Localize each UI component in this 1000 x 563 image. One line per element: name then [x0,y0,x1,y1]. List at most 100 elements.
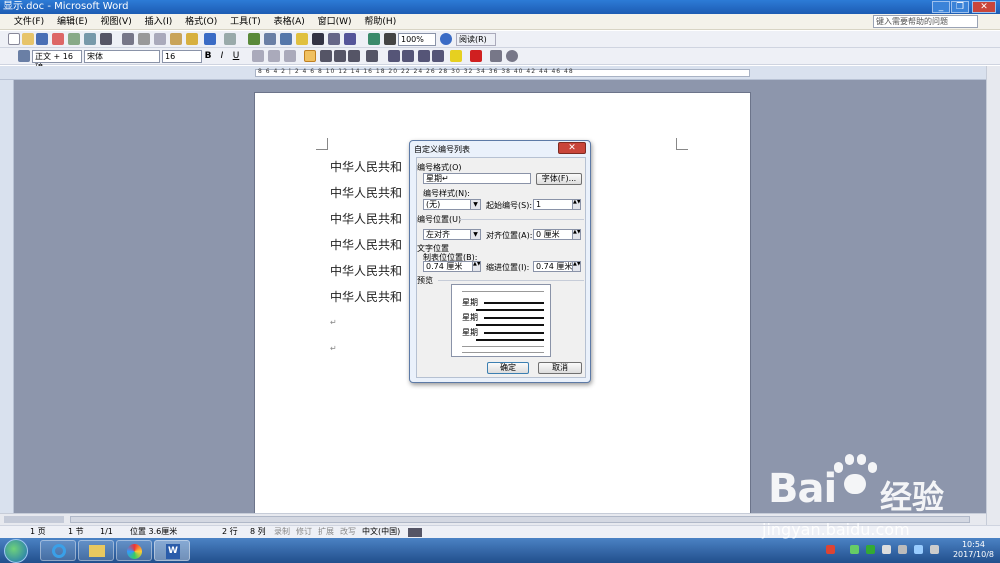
open-folder-icon[interactable] [22,33,34,45]
numbering-icon[interactable] [388,50,400,62]
justify-icon[interactable] [348,50,360,62]
number-format-input[interactable]: 星期↵ [423,173,531,184]
save-icon[interactable] [36,33,48,45]
character-shading-icon[interactable] [268,50,280,62]
new-document-icon[interactable] [8,33,20,45]
spelling-icon[interactable] [100,33,112,45]
spinner-icon[interactable]: ▲▼ [572,262,580,271]
sogou-icon[interactable] [826,545,835,554]
spelling-status-icon[interactable] [408,528,422,537]
network-icon[interactable] [882,545,891,554]
document-line[interactable]: 中华人民共和 [330,288,402,305]
status-extend[interactable]: 扩展 [318,526,334,538]
volume-icon[interactable] [930,545,939,554]
clock[interactable]: 10:54 2017/10/8 [953,540,994,560]
tab-space-input[interactable]: 0.74 厘米 ▲▼ [423,261,481,272]
help-search-input[interactable]: 键入需要帮助的问题 [873,15,978,28]
character-border-icon[interactable] [252,50,264,62]
undo-icon[interactable] [204,33,216,45]
permission-icon[interactable] [52,33,64,45]
bullets-icon[interactable] [402,50,414,62]
number-style-select[interactable]: (无) ▼ [423,199,481,210]
drawing-icon[interactable] [328,33,340,45]
cut-icon[interactable] [138,33,150,45]
number-position-select[interactable]: 左对齐 ▼ [423,229,481,240]
italic-button[interactable]: I [216,50,228,62]
paragraph-mark-icon[interactable] [384,33,396,45]
menu-window[interactable]: 窗口(W) [313,14,357,30]
paste-icon[interactable] [170,33,182,45]
horizontal-ruler[interactable]: 8 6 4 2 | 2 4 6 8 10 12 14 16 18 20 22 2… [0,66,1000,80]
font-size-select[interactable]: 16 [162,50,202,63]
browser-app-icon[interactable] [116,540,152,561]
menu-table[interactable]: 表格(A) [269,14,310,30]
font-color-icon[interactable] [470,50,482,62]
start-at-input[interactable]: 1 ▲▼ [533,199,581,210]
document-line[interactable]: 中华人民共和 [330,184,402,201]
align-left-icon[interactable] [304,50,316,62]
research-icon[interactable] [122,33,134,45]
print-icon[interactable] [68,33,80,45]
cancel-button[interactable]: 取消 [538,362,582,374]
start-button[interactable] [4,539,28,563]
document-line[interactable]: 中华人民共和 [330,210,402,227]
font-select[interactable]: 宋体 [84,50,160,63]
print-preview-icon[interactable] [84,33,96,45]
flag-icon[interactable] [898,545,907,554]
underline-button[interactable]: U [230,50,242,62]
format-painter-icon[interactable] [186,33,198,45]
highlight-icon[interactable] [450,50,462,62]
menu-view[interactable]: 视图(V) [96,14,137,30]
status-track-changes[interactable]: 修订 [296,526,312,538]
align-center-icon[interactable] [320,50,332,62]
minimize-button[interactable]: _ [932,1,950,13]
read-button[interactable]: 阅读(R) [456,33,496,46]
character-scale-icon[interactable] [284,50,296,62]
menu-edit[interactable]: 编辑(E) [52,14,93,30]
document-map-icon[interactable] [344,33,356,45]
copy-icon[interactable] [154,33,166,45]
security-icon[interactable] [866,545,875,554]
internet-explorer-icon[interactable] [40,540,76,561]
document-line[interactable]: 中华人民共和 [330,236,402,253]
align-right-icon[interactable] [334,50,346,62]
bold-button[interactable]: B [202,50,214,62]
styles-pane-icon[interactable] [18,50,30,62]
view-buttons[interactable] [4,516,64,523]
zoom-select[interactable]: 100% [398,33,436,46]
hyperlink-icon[interactable] [248,33,260,45]
show-hide-icon[interactable] [368,33,380,45]
explorer-icon[interactable] [78,540,114,561]
menu-insert[interactable]: 插入(I) [140,14,178,30]
document-line[interactable]: 中华人民共和 [330,262,402,279]
insert-excel-icon[interactable] [296,33,308,45]
spinner-icon[interactable]: ▲▼ [572,230,580,239]
phonetic-guide-icon[interactable] [490,50,502,62]
enclose-characters-icon[interactable] [506,50,518,62]
menu-help[interactable]: 帮助(H) [359,14,401,30]
font-button[interactable]: 字体(F)... [536,173,582,185]
increase-indent-icon[interactable] [432,50,444,62]
redo-icon[interactable] [224,33,236,45]
vertical-ruler[interactable] [0,80,14,513]
spinner-icon[interactable]: ▲▼ [572,200,580,209]
status-record[interactable]: 录制 [274,526,290,538]
line-spacing-icon[interactable] [366,50,378,62]
aligned-at-input[interactable]: 0 厘米 ▲▼ [533,229,581,240]
menu-format[interactable]: 格式(O) [180,14,222,30]
display-icon[interactable] [914,545,923,554]
close-window-button[interactable]: ✕ [972,1,996,13]
indent-at-input[interactable]: 0.74 厘米 ▲▼ [533,261,581,272]
tables-borders-icon[interactable] [264,33,276,45]
ok-button[interactable]: 确定 [487,362,529,374]
insert-table-icon[interactable] [280,33,292,45]
maximize-button[interactable]: ❐ [951,1,969,13]
decrease-indent-icon[interactable] [418,50,430,62]
style-select[interactable]: 正文 + 16 磅 [32,50,82,72]
battery-icon[interactable] [850,545,859,554]
word-taskbar-icon[interactable]: W [154,540,190,561]
menu-file[interactable]: 文件(F) [9,14,49,30]
columns-icon[interactable] [312,33,324,45]
menu-tools[interactable]: 工具(T) [225,14,266,30]
help-icon[interactable] [440,33,452,45]
